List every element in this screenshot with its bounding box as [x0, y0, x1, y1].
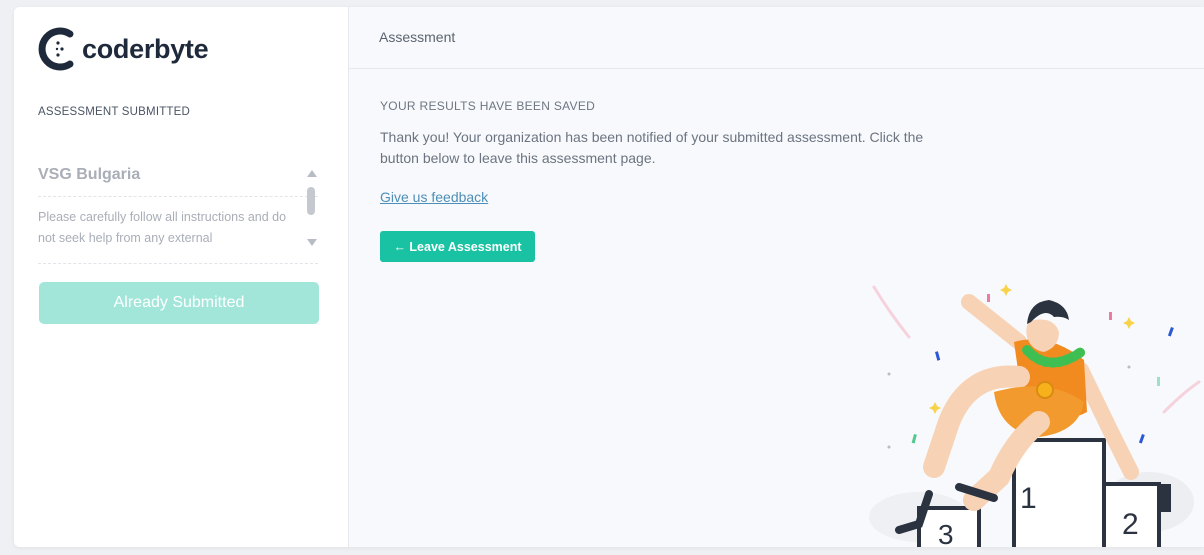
scroll-down-arrow-icon[interactable]	[307, 239, 317, 246]
winner-podium-illustration: 1 2 3	[869, 284, 1201, 547]
instructions-text: Please carefully follow all instructions…	[38, 210, 287, 245]
scrollbar-thumb[interactable]	[307, 187, 315, 215]
divider	[38, 196, 318, 197]
main-content: Assessment YOUR RESULTS HAVE BEEN SAVED …	[349, 7, 1204, 547]
sidebar: coderbyte ASSESSMENT SUBMITTED VSG Bulga…	[14, 7, 349, 547]
podium-second-place-label: 2	[1122, 508, 1139, 541]
already-submitted-button[interactable]: Already Submitted	[39, 282, 319, 324]
logo-wordmark: coderbyte	[82, 33, 209, 64]
results-saved-heading: YOUR RESULTS HAVE BEEN SAVED	[380, 99, 596, 113]
section-label: ASSESSMENT SUBMITTED	[38, 106, 191, 118]
divider	[38, 263, 318, 264]
page-title: Assessment	[379, 29, 456, 45]
podium-third-place-label: 3	[938, 519, 954, 547]
feedback-link[interactable]: Give us feedback	[380, 189, 488, 205]
assessment-info-panel: VSG Bulgaria Please carefully follow all…	[38, 157, 318, 265]
scroll-up-arrow-icon[interactable]	[307, 170, 317, 177]
thank-you-message: Thank you! Your organization has been no…	[380, 129, 924, 166]
organization-name: VSG Bulgaria	[38, 166, 141, 183]
leave-assessment-button[interactable]: ← Leave Assessment	[380, 231, 535, 262]
coderbyte-logo-icon	[38, 27, 74, 71]
podium-first-place-label: 1	[1020, 482, 1037, 515]
app-window: coderbyte ASSESSMENT SUBMITTED VSG Bulga…	[14, 7, 1204, 547]
coderbyte-logo[interactable]: coderbyte	[38, 25, 209, 73]
page-header: Assessment	[349, 7, 1204, 69]
